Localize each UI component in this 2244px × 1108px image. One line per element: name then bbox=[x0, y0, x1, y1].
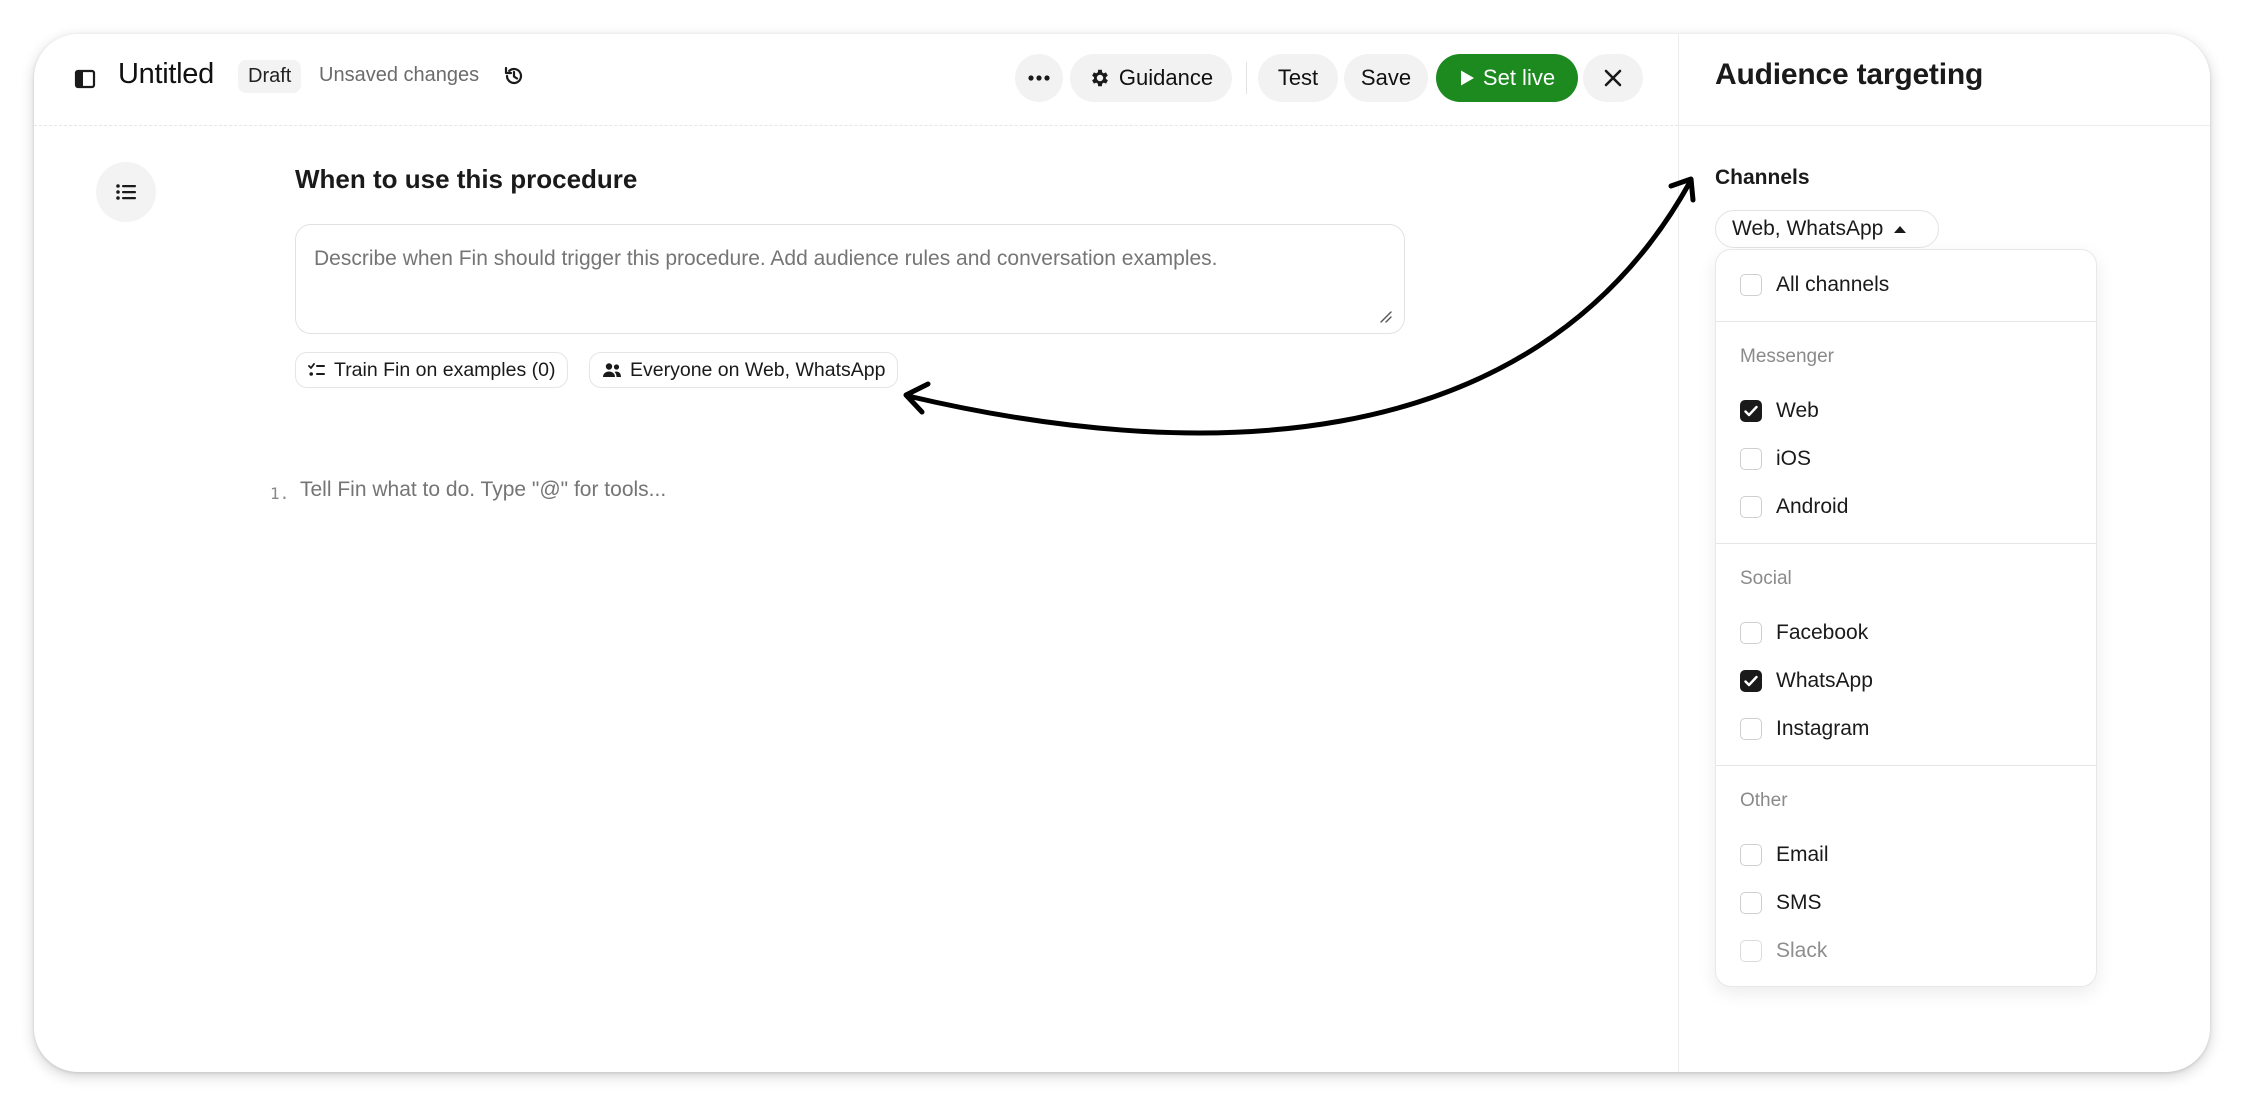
divider bbox=[1716, 765, 2096, 766]
option-label: Web bbox=[1776, 399, 1819, 422]
checkbox[interactable] bbox=[1740, 940, 1762, 962]
divider bbox=[1716, 321, 2096, 322]
checkbox[interactable] bbox=[1740, 496, 1762, 518]
list-icon bbox=[116, 184, 136, 200]
gear-icon bbox=[1092, 69, 1108, 87]
checklist-icon bbox=[308, 363, 325, 376]
test-button[interactable]: Test bbox=[1258, 54, 1338, 102]
check-icon bbox=[1744, 675, 1758, 687]
set-live-button[interactable]: Set live bbox=[1436, 54, 1578, 102]
status-badge: Draft bbox=[238, 60, 302, 93]
toolbar-divider bbox=[1246, 62, 1247, 94]
option-instagram[interactable]: Instagram bbox=[1740, 714, 1869, 744]
check-icon bbox=[1744, 405, 1758, 417]
editor-area: Untitled Draft Unsaved changes Guidance … bbox=[34, 34, 1678, 1072]
resize-handle-icon[interactable] bbox=[1377, 308, 1393, 324]
option-facebook[interactable]: Facebook bbox=[1740, 618, 1868, 648]
history-icon[interactable] bbox=[500, 62, 528, 90]
channels-label: Channels bbox=[1715, 166, 1810, 189]
play-icon bbox=[1460, 70, 1474, 86]
section-title: When to use this procedure bbox=[295, 164, 638, 194]
panel-title: Audience targeting bbox=[1715, 58, 1984, 91]
unsaved-changes-text: Unsaved changes bbox=[319, 64, 480, 86]
save-button[interactable]: Save bbox=[1344, 54, 1428, 102]
set-live-label: Set live bbox=[1482, 65, 1556, 90]
group-label-social: Social bbox=[1740, 568, 1792, 589]
option-sms[interactable]: SMS bbox=[1740, 888, 1822, 918]
option-email[interactable]: Email bbox=[1740, 840, 1829, 870]
sidebar-toggle-icon[interactable] bbox=[70, 64, 100, 94]
option-label: Instagram bbox=[1776, 717, 1870, 740]
train-examples-label: Train Fin on examples (0) bbox=[334, 358, 556, 381]
checkbox[interactable] bbox=[1740, 892, 1762, 914]
ellipsis-icon bbox=[1028, 75, 1050, 81]
group-label-messenger: Messenger bbox=[1740, 346, 1834, 367]
checkbox[interactable] bbox=[1740, 844, 1762, 866]
option-ios[interactable]: iOS bbox=[1740, 444, 1811, 474]
option-whatsapp[interactable]: WhatsApp bbox=[1740, 666, 1873, 696]
checkbox-checked[interactable] bbox=[1740, 400, 1762, 422]
option-slack[interactable]: Slack bbox=[1740, 936, 1827, 966]
checkbox[interactable] bbox=[1740, 448, 1762, 470]
audience-label: Everyone on Web, WhatsApp bbox=[630, 358, 886, 381]
checkbox-checked[interactable] bbox=[1740, 670, 1762, 692]
panel-header: Audience targeting bbox=[1679, 34, 2210, 126]
option-label: SMS bbox=[1776, 891, 1822, 914]
audience-targeting-panel: Audience targeting Channels Web, WhatsAp… bbox=[1678, 34, 2210, 1072]
option-web[interactable]: Web bbox=[1740, 396, 1819, 426]
people-icon bbox=[603, 363, 621, 377]
option-label: All channels bbox=[1776, 273, 1890, 296]
outline-button[interactable] bbox=[96, 162, 156, 222]
step-number: 1. bbox=[270, 484, 290, 503]
option-label: Email bbox=[1776, 843, 1829, 866]
checkbox[interactable] bbox=[1740, 622, 1762, 644]
checkbox[interactable] bbox=[1740, 718, 1762, 740]
guidance-label: Guidance bbox=[1118, 65, 1214, 90]
guidance-button[interactable]: Guidance bbox=[1070, 54, 1232, 102]
train-examples-chip[interactable]: Train Fin on examples (0) bbox=[295, 352, 569, 388]
group-label-other: Other bbox=[1740, 790, 1788, 811]
option-android[interactable]: Android bbox=[1740, 492, 1848, 522]
channels-selected-value: Web, WhatsApp bbox=[1732, 217, 1884, 240]
option-label: Android bbox=[1776, 495, 1849, 518]
trigger-description-input[interactable] bbox=[295, 224, 1405, 334]
step-instruction-input[interactable] bbox=[300, 478, 1200, 502]
option-label: Slack bbox=[1776, 939, 1828, 962]
option-label: WhatsApp bbox=[1776, 669, 1873, 692]
page-title[interactable]: Untitled bbox=[118, 58, 214, 91]
option-label: Facebook bbox=[1776, 621, 1869, 644]
channels-select[interactable]: Web, WhatsApp bbox=[1715, 210, 1939, 248]
close-icon bbox=[1604, 69, 1622, 87]
caret-up-icon bbox=[1894, 226, 1907, 233]
audience-chip[interactable]: Everyone on Web, WhatsApp bbox=[589, 352, 899, 388]
channels-dropdown: All channels Messenger Web iOS Android S… bbox=[1715, 249, 2097, 987]
close-button[interactable] bbox=[1583, 54, 1643, 102]
app-window: Untitled Draft Unsaved changes Guidance … bbox=[34, 34, 2210, 1072]
divider bbox=[1716, 543, 2096, 544]
more-options-button[interactable] bbox=[1015, 54, 1063, 102]
checkbox[interactable] bbox=[1740, 274, 1762, 296]
option-all-channels[interactable]: All channels bbox=[1740, 270, 1889, 300]
top-toolbar: Untitled Draft Unsaved changes Guidance … bbox=[34, 34, 1678, 126]
option-label: iOS bbox=[1776, 447, 1812, 470]
